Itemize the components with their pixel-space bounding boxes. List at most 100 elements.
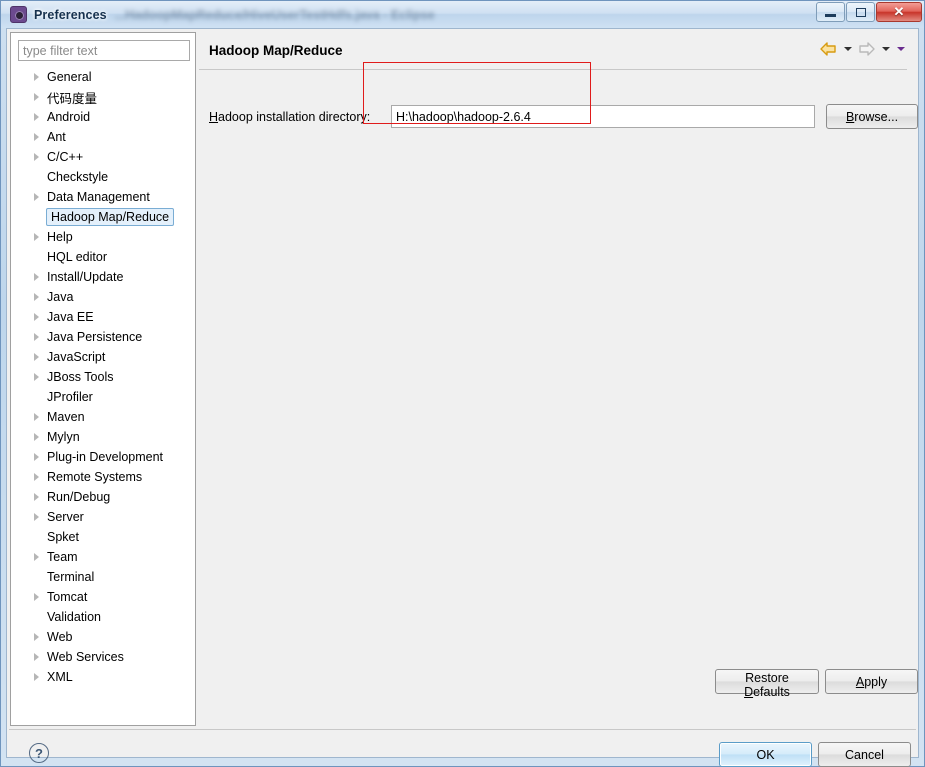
dialog-footer: ? OK Cancel — [7, 729, 918, 767]
expand-triangle-icon[interactable] — [31, 71, 43, 83]
tree-item-spket[interactable]: Spket — [11, 527, 195, 547]
tree-item-label: Run/Debug — [47, 490, 111, 504]
apply-button[interactable]: Apply — [825, 669, 918, 694]
expand-triangle-icon[interactable] — [31, 331, 43, 343]
tree-item-hadoop-map-reduce[interactable]: Hadoop Map/Reduce — [11, 207, 195, 227]
tree-item-team[interactable]: Team — [11, 547, 195, 567]
title-bar[interactable]: Preferences ...HadoopMapReduce/HiveUserT… — [1, 1, 924, 28]
background-window-title: ...HadoopMapReduce/HiveUserTestHdfs.java… — [114, 7, 435, 22]
filter-input[interactable] — [18, 40, 190, 61]
expand-triangle-icon[interactable] — [31, 151, 43, 163]
expand-triangle-icon[interactable] — [31, 351, 43, 363]
preferences-tree[interactable]: General 代码度量 Android Ant C/C++ Checkstyle Data… — [11, 66, 195, 725]
navigation-toolbar — [818, 40, 907, 58]
tree-item-jboss-tools[interactable]: JBoss Tools — [11, 367, 195, 387]
preferences-window: Preferences ...HadoopMapReduce/HiveUserT… — [0, 0, 925, 767]
restore-icon — [847, 3, 874, 21]
expand-triangle-icon[interactable] — [31, 551, 43, 563]
tree-item-help[interactable]: Help — [11, 227, 195, 247]
expand-triangle-icon[interactable] — [31, 191, 43, 203]
tree-item-label: Mylyn — [47, 430, 80, 444]
tree-item-label: JProfiler — [47, 390, 93, 404]
tree-item-label: Data Management — [47, 190, 150, 204]
expand-triangle-icon[interactable] — [31, 471, 43, 483]
expand-triangle-icon[interactable] — [31, 431, 43, 443]
expand-triangle-icon[interactable] — [31, 371, 43, 383]
tree-item-plug-in-development[interactable]: Plug-in Development — [11, 447, 195, 467]
tree-item-remote-systems[interactable]: Remote Systems — [11, 467, 195, 487]
title-separator — [199, 69, 907, 70]
tree-item-spacer — [31, 211, 43, 223]
tree-item-spacer — [31, 611, 43, 623]
expand-triangle-icon[interactable] — [31, 491, 43, 503]
expand-triangle-icon[interactable] — [31, 671, 43, 683]
tree-item-label: Web Services — [47, 650, 124, 664]
forward-menu-chevron-down-icon[interactable] — [879, 40, 892, 58]
tree-item-c-c[interactable]: C/C++ — [11, 147, 195, 167]
tree-item-checkstyle[interactable]: Checkstyle — [11, 167, 195, 187]
tree-item-android[interactable]: Android — [11, 107, 195, 127]
expand-triangle-icon[interactable] — [31, 591, 43, 603]
tree-item-run-debug[interactable]: Run/Debug — [11, 487, 195, 507]
tree-item-label: Server — [47, 510, 84, 524]
footer-separator — [9, 729, 916, 730]
restore-defaults-button[interactable]: Restore Defaults — [715, 669, 819, 699]
tree-item-mylyn[interactable]: Mylyn — [11, 427, 195, 447]
minimize-button[interactable] — [816, 2, 845, 22]
label-mnemonic: H — [209, 110, 219, 124]
tree-item-label: Checkstyle — [47, 170, 109, 184]
tree-item-web-services[interactable]: Web Services — [11, 647, 195, 667]
view-menu-chevron-down-icon[interactable] — [894, 40, 907, 58]
hadoop-directory-input[interactable] — [391, 105, 815, 128]
tree-item-label: Validation — [47, 610, 101, 624]
tree-item-terminal[interactable]: Terminal — [11, 567, 195, 587]
expand-triangle-icon[interactable] — [31, 631, 43, 643]
expand-triangle-icon[interactable] — [31, 451, 43, 463]
expand-triangle-icon[interactable] — [31, 271, 43, 283]
expand-triangle-icon[interactable] — [31, 231, 43, 243]
tree-item-install-update[interactable]: Install/Update — [11, 267, 195, 287]
expand-triangle-icon[interactable] — [31, 511, 43, 523]
expand-triangle-icon[interactable] — [31, 111, 43, 123]
close-button[interactable]: ✕ — [876, 2, 922, 22]
expand-triangle-icon[interactable] — [31, 311, 43, 323]
tree-item-javascript[interactable]: JavaScript — [11, 347, 195, 367]
tree-item-label: JavaScript — [47, 350, 106, 364]
tree-item-[interactable]: 代码度量 — [11, 87, 195, 107]
tree-item-web[interactable]: Web — [11, 627, 195, 647]
tree-item-validation[interactable]: Validation — [11, 607, 195, 627]
restore-mnemonic: D — [744, 685, 754, 699]
tree-item-label: Java Persistence — [47, 330, 143, 344]
restore-button[interactable] — [846, 2, 875, 22]
tree-item-jprofiler[interactable]: JProfiler — [11, 387, 195, 407]
tree-item-xml[interactable]: XML — [11, 667, 195, 687]
tree-item-label: Java — [47, 290, 74, 304]
tree-item-label: Android — [47, 110, 91, 124]
tree-item-spacer — [31, 531, 43, 543]
expand-triangle-icon[interactable] — [31, 131, 43, 143]
browse-button[interactable]: Browse... — [826, 104, 918, 129]
tree-item-general[interactable]: General — [11, 67, 195, 87]
expand-triangle-icon[interactable] — [31, 91, 43, 103]
expand-triangle-icon[interactable] — [31, 411, 43, 423]
tree-item-ant[interactable]: Ant — [11, 127, 195, 147]
tree-item-maven[interactable]: Maven — [11, 407, 195, 427]
tree-item-hql-editor[interactable]: HQL editor — [11, 247, 195, 267]
ok-button[interactable]: OK — [719, 742, 812, 767]
tree-item-java-persistence[interactable]: Java Persistence — [11, 327, 195, 347]
tree-item-tomcat[interactable]: Tomcat — [11, 587, 195, 607]
tree-item-data-management[interactable]: Data Management — [11, 187, 195, 207]
tree-item-server[interactable]: Server — [11, 507, 195, 527]
tree-item-java[interactable]: Java — [11, 287, 195, 307]
restore-text-rest: efaults — [753, 685, 790, 699]
tree-item-java-ee[interactable]: Java EE — [11, 307, 195, 327]
cancel-button[interactable]: Cancel — [818, 742, 911, 767]
back-menu-chevron-down-icon[interactable] — [841, 40, 854, 58]
back-arrow-icon[interactable] — [818, 40, 839, 58]
forward-arrow-icon — [856, 40, 877, 58]
help-icon[interactable]: ? — [29, 743, 49, 763]
expand-triangle-icon[interactable] — [31, 651, 43, 663]
tree-item-label: XML — [47, 670, 73, 684]
tree-item-label: 代码度量 — [47, 91, 98, 106]
expand-triangle-icon[interactable] — [31, 291, 43, 303]
